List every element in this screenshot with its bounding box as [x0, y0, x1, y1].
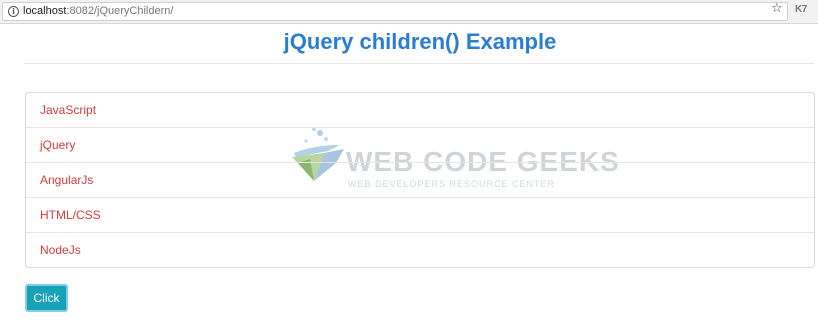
url-host: localhost	[23, 5, 67, 17]
browser-toolbar: i localhost:8082/jQueryChildern/ ☆ K7	[0, 0, 818, 24]
info-icon[interactable]: i	[8, 6, 19, 17]
language-list: JavaScript jQuery AngularJs HTML/CSS Nod…	[25, 92, 815, 268]
bookmark-star-icon[interactable]: ☆	[771, 0, 783, 17]
list-item-html-css: HTML/CSS	[26, 197, 814, 232]
address-bar[interactable]: i localhost:8082/jQueryChildern/	[2, 2, 788, 21]
title-divider	[24, 63, 814, 64]
page-title: jQuery children() Example	[283, 29, 557, 54]
url-path: :8082/jQueryChildern/	[66, 5, 174, 17]
list-item-javascript: JavaScript	[40, 103, 97, 117]
list-item-angularjs: AngularJs	[26, 162, 814, 197]
url-text[interactable]: localhost:8082/jQueryChildern/	[23, 5, 173, 18]
extension-icon[interactable]: K7	[795, 4, 807, 15]
click-button[interactable]: Click	[25, 284, 68, 312]
list-item-nodejs: NodeJs	[26, 232, 814, 267]
list-item-jquery: jQuery	[26, 127, 814, 162]
